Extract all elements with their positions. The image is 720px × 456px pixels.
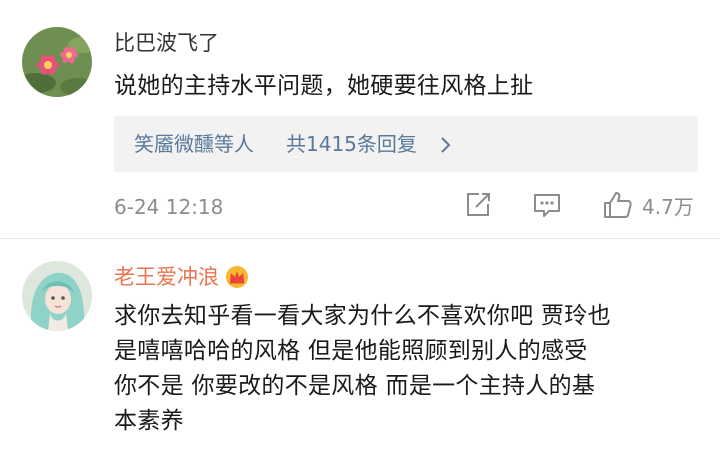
like-count: 4.7万 (642, 195, 694, 219)
comment-icon (532, 190, 562, 220)
comment-text-line: 求你去知乎看一看大家为什么不喜欢你吧 贾玲也 (114, 303, 611, 329)
comment-text-line: 是嘻嘻哈哈的风格 但是他能照顾到别人的感受 (114, 338, 588, 364)
avatar[interactable] (22, 261, 92, 331)
thumbs-up-icon (602, 190, 634, 220)
username[interactable]: 老王爱冲浪 (114, 264, 250, 290)
username-text[interactable]: 老王爱冲浪 (114, 264, 219, 290)
comment-button[interactable] (532, 190, 562, 220)
comment-text-line: 你不是 你要改的不是风格 而是一个主持人的基 (114, 373, 596, 399)
username[interactable]: 比巴波飞了 (114, 30, 219, 56)
comment-timestamp: 6-24 12:18 (114, 195, 224, 219)
replies-summary[interactable]: 笑靥微醺等人 共1415条回复 (114, 116, 698, 172)
comment-text: 求你去知乎看一看大家为什么不喜欢你吧 贾玲也 是嘻嘻哈哈的风格 但是他能照顾到别… (114, 299, 704, 439)
comment-item: 老王爱冲浪 求你去知乎看一看大家为什么不喜欢你吧 贾玲也 是嘻嘻哈哈的风格 但是… (0, 238, 720, 456)
share-button[interactable] (463, 190, 493, 220)
comment-text-line: 本素养 (114, 408, 184, 434)
comment-item: 比巴波飞了 说她的主持水平问题，她硬要往风格上扯 笑靥微醺等人 共1415条回复… (0, 0, 720, 238)
like-button[interactable] (602, 190, 634, 220)
reply-count[interactable]: 共1415条回复 (286, 130, 417, 158)
chevron-right-icon (438, 136, 454, 154)
avatar[interactable] (22, 27, 92, 97)
crown-badge-icon (224, 265, 250, 289)
reply-users[interactable]: 笑靥微醺等人 (134, 130, 254, 158)
comment-text: 说她的主持水平问题，她硬要往风格上扯 (114, 73, 534, 99)
share-icon (463, 190, 493, 220)
